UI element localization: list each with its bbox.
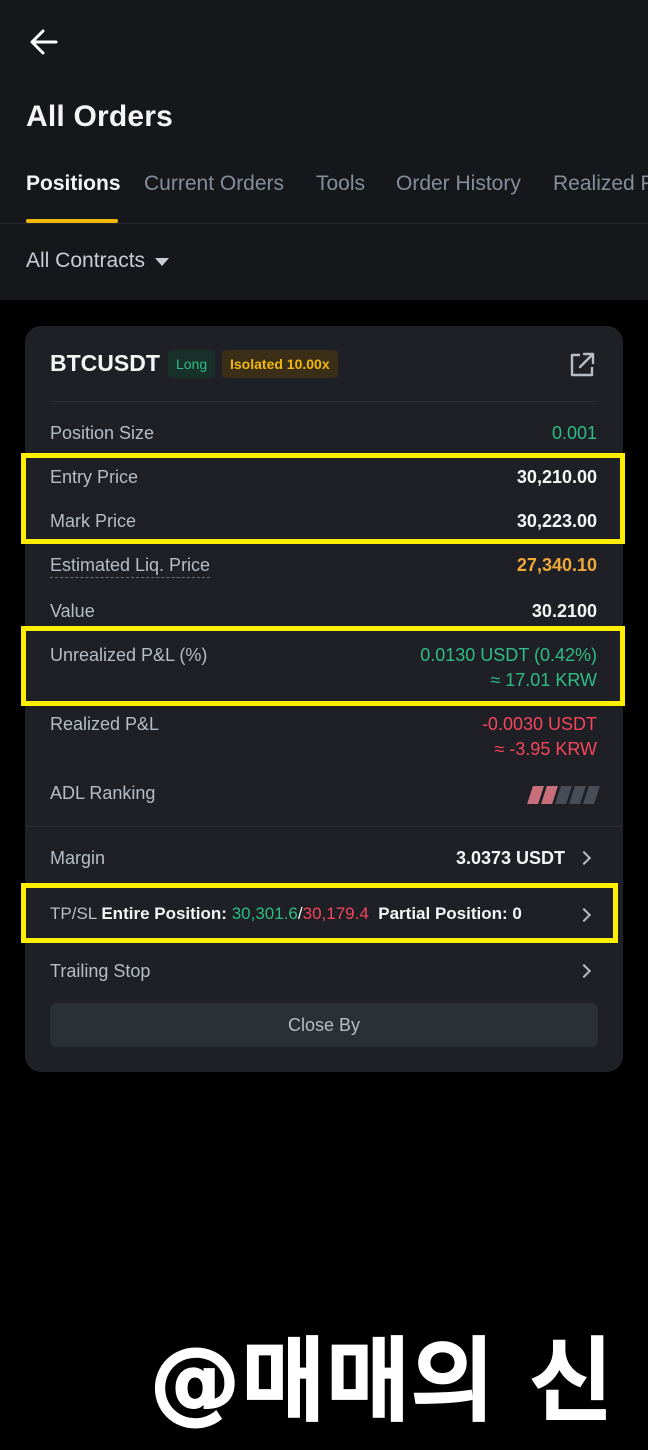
realized-pnl-label: Realized P&L xyxy=(50,714,160,734)
realized-pnl-value: -0.0030 USDT xyxy=(481,714,597,734)
divider xyxy=(25,826,623,827)
watermark-text: @매매의 신 xyxy=(149,1328,615,1435)
tab-current-orders[interactable]: Current Orders xyxy=(144,172,284,196)
adl-ranking-indicator xyxy=(527,786,600,804)
caret-down-icon xyxy=(155,258,170,266)
tab-realized-pnl[interactable]: Realized P xyxy=(553,172,648,196)
chevron-right-icon[interactable] xyxy=(576,850,592,866)
highlight-box-tpsl xyxy=(21,883,618,943)
symbol: BTCUSDT xyxy=(50,350,160,376)
value-value: 30.2100 xyxy=(531,601,597,621)
header-area: All Orders Positions Current Orders Tool… xyxy=(0,0,648,300)
highlight-box-unrealized-pnl xyxy=(21,626,625,706)
close-by-button[interactable]: Close By xyxy=(50,1003,598,1047)
liq-price-value: 27,340.10 xyxy=(516,555,597,575)
active-tab-indicator xyxy=(26,219,118,223)
tab-bar: Positions Current Orders Tools Order His… xyxy=(0,160,648,224)
page-title: All Orders xyxy=(26,100,174,133)
position-size-value: 0.001 xyxy=(551,423,597,443)
highlight-box-prices xyxy=(21,453,625,544)
margin-value[interactable]: 3.0373 USDT xyxy=(456,848,565,869)
back-arrow-icon[interactable] xyxy=(28,26,60,58)
divider xyxy=(50,401,598,402)
position-size-label: Position Size xyxy=(50,423,155,443)
contracts-filter[interactable]: All Contracts xyxy=(26,249,170,273)
share-icon[interactable] xyxy=(567,350,597,380)
chevron-right-icon[interactable] xyxy=(576,963,592,979)
realized-pnl-krw: ≈ -3.95 KRW xyxy=(494,739,597,759)
tab-tools[interactable]: Tools xyxy=(316,172,365,196)
margin-mode-badge[interactable]: Isolated 10.00x xyxy=(222,350,338,378)
value-label: Value xyxy=(50,601,95,621)
adl-ranking-label: ADL Ranking xyxy=(50,783,156,803)
tab-positions[interactable]: Positions xyxy=(26,172,121,196)
contracts-filter-label: All Contracts xyxy=(26,249,146,272)
liq-price-label-text: Estimated Liq. Price xyxy=(50,555,211,578)
tab-order-history[interactable]: Order History xyxy=(396,172,521,196)
side-badge: Long xyxy=(168,350,216,378)
adl-bar xyxy=(583,786,600,804)
trailing-stop-label[interactable]: Trailing Stop xyxy=(50,961,150,982)
liq-price-label[interactable]: Estimated Liq. Price xyxy=(50,555,211,578)
margin-label: Margin xyxy=(50,848,106,868)
